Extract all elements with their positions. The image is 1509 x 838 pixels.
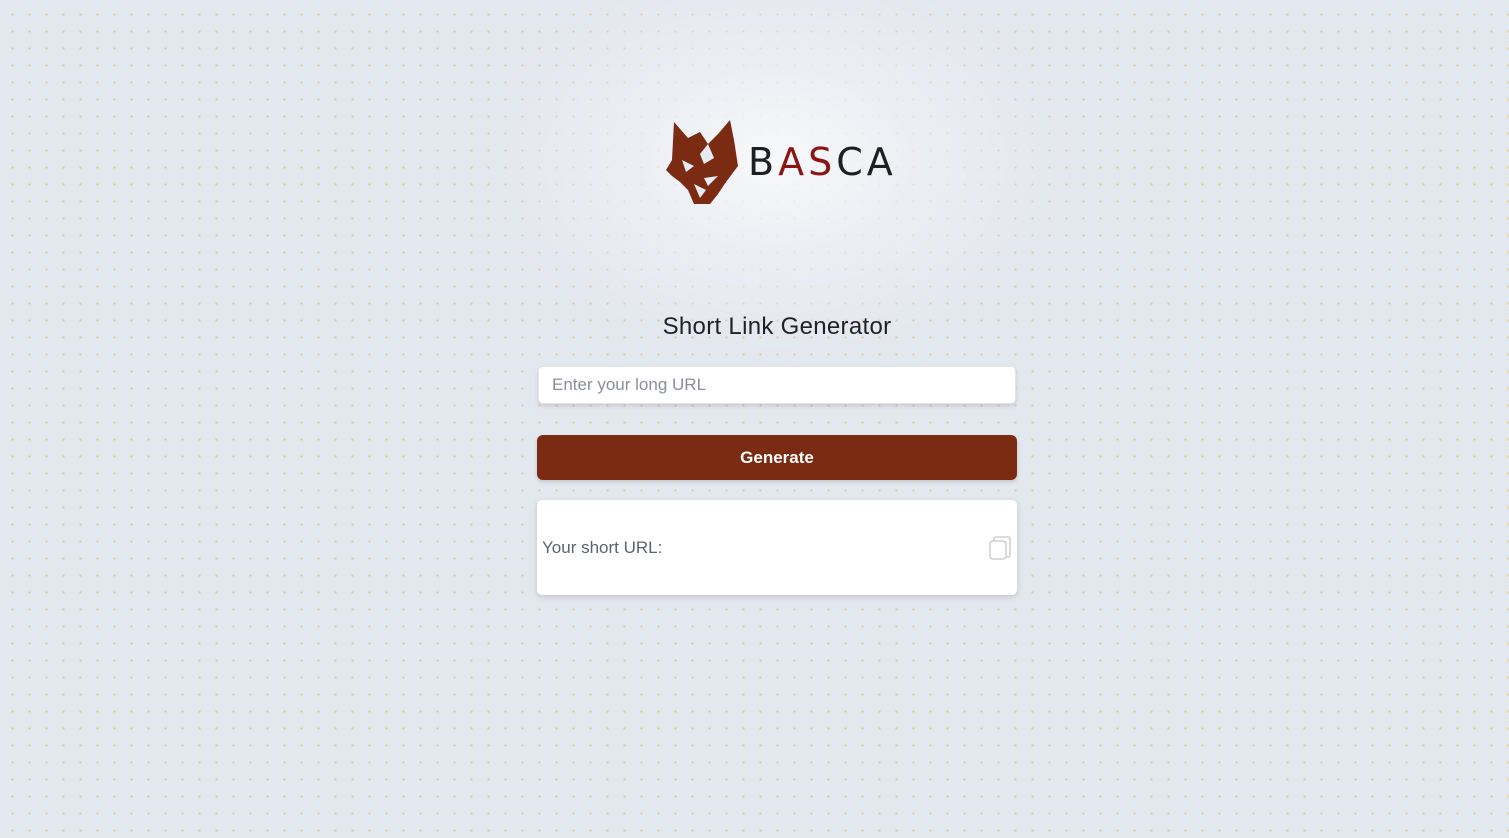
logo-letter: B	[748, 140, 779, 184]
logo-wordmark: BASCA	[748, 140, 897, 184]
copy-button[interactable]	[988, 535, 1012, 561]
wolf-head-icon	[666, 120, 738, 204]
generate-button[interactable]: Generate	[537, 435, 1017, 480]
short-url-result-panel: Your short URL:	[537, 500, 1017, 595]
brand-logo: BASCA	[664, 120, 893, 206]
long-url-input[interactable]	[538, 366, 1016, 404]
logo-accent-letters: AS	[778, 140, 837, 184]
page-title: Short Link Generator	[662, 313, 892, 340]
short-url-label: Your short URL:	[542, 538, 663, 557]
copy-icon	[989, 536, 1011, 560]
logo-letters: CA	[836, 140, 897, 184]
